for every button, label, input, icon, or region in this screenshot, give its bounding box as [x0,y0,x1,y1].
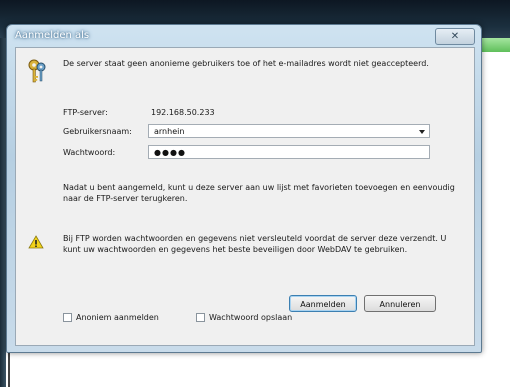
password-value: ●●●● [154,148,186,157]
login-button[interactable]: Aanmelden [289,295,357,312]
security-warning-text: Bij FTP worden wachtwoorden en gegevens … [63,234,447,254]
anonymous-login-checkbox[interactable] [63,313,72,322]
save-password-label: Wachtwoord opslaan [209,313,293,322]
username-combobox[interactable]: arnhein [148,124,430,138]
background-divider [8,352,10,387]
anonymous-login-label: Anoniem aanmelden [76,313,159,322]
favorites-info-text: Nadat u bent aangemeld, kunt u deze serv… [63,183,455,203]
server-message: De server staat geen anonieme gebruikers… [63,59,429,68]
warning-icon [28,235,44,249]
ftp-server-label: FTP-server: [63,108,108,117]
dialog-titlebar[interactable]: Aanmelden als ✕ [7,25,481,47]
keys-icon [28,59,46,83]
chevron-down-icon[interactable] [419,130,425,134]
save-password-checkbox[interactable] [196,313,205,322]
save-password-option[interactable]: Wachtwoord opslaan [196,313,292,322]
dialog-title: Aanmelden als [15,30,90,41]
password-field[interactable]: ●●●● [148,145,430,159]
username-label: Gebruikersnaam: [63,127,132,136]
close-icon: ✕ [450,31,460,42]
password-label: Wachtwoord: [63,148,116,157]
username-value: arnhein [154,127,185,136]
ftp-server-value: 192.168.50.233 [151,108,215,117]
cancel-button[interactable]: Annuleren [364,295,436,312]
close-button[interactable]: ✕ [435,28,475,45]
anonymous-login-option[interactable]: Anoniem aanmelden [63,313,159,322]
